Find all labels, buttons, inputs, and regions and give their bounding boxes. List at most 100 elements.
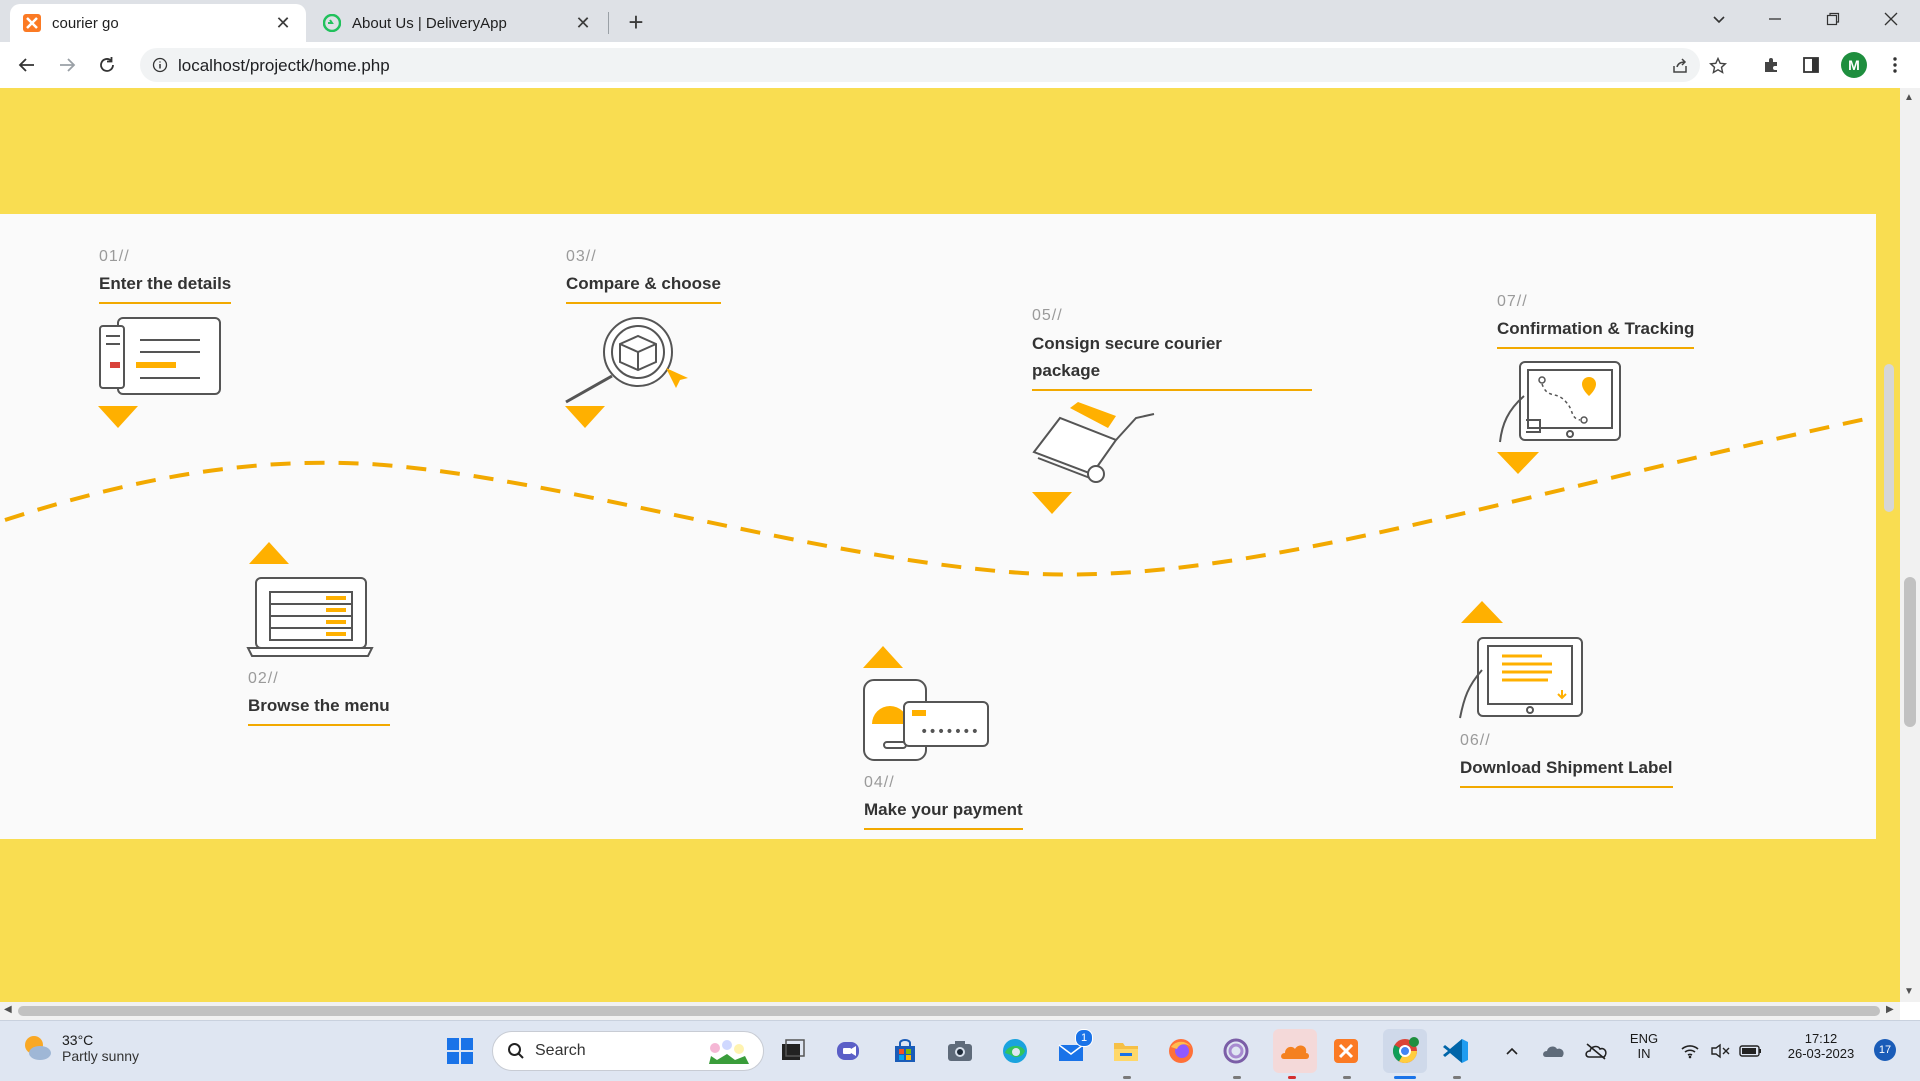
step-number: 02//	[248, 670, 279, 687]
wifi-icon[interactable]	[1678, 1033, 1702, 1069]
browser-tab-strip: courier go ✕ About Us | DeliveryApp ✕ +	[0, 0, 1920, 42]
url-text[interactable]: localhost/projectk/home.php	[178, 56, 390, 76]
task-view-icon[interactable]	[775, 1033, 811, 1069]
xampp-icon	[22, 13, 42, 33]
bookmark-star-icon[interactable]	[1708, 56, 1728, 76]
file-explorer-icon[interactable]	[1108, 1033, 1144, 1069]
step-title-line2: package	[1032, 361, 1101, 380]
step-title-line1: Consign secure courier	[1032, 334, 1222, 353]
onedrive-cloud-icon[interactable]	[1540, 1033, 1568, 1069]
phone-card-payment-icon: •••••••	[863, 679, 989, 761]
clock-date: 26-03-2023	[1787, 1046, 1855, 1061]
camera-icon[interactable]	[942, 1033, 978, 1069]
step-title: Download Shipment Label	[1460, 754, 1673, 788]
partly-sunny-icon	[25, 1036, 51, 1060]
tab-about-us[interactable]: About Us | DeliveryApp ✕	[310, 4, 606, 42]
browser-menu-icon[interactable]	[1880, 50, 1910, 80]
language-code: ENG	[1629, 1031, 1659, 1046]
cloudflare-icon[interactable]	[1273, 1029, 1317, 1073]
vscode-icon[interactable]	[1438, 1033, 1474, 1069]
profile-avatar[interactable]: M	[1841, 52, 1867, 78]
address-bar[interactable]: localhost/projectk/home.php	[140, 48, 1727, 82]
tab-divider	[608, 12, 609, 34]
down-arrow-marker	[565, 406, 605, 428]
active-indicator	[1394, 1076, 1416, 1079]
notification-badge[interactable]: 17	[1874, 1039, 1896, 1061]
down-arrow-marker	[1497, 452, 1539, 474]
laptop-menu-icon	[246, 577, 374, 657]
tablet-tracking-icon	[1499, 361, 1621, 443]
clock-time: 17:12	[1804, 1031, 1838, 1046]
show-hidden-icons-chevron-icon[interactable]	[1500, 1033, 1524, 1069]
mail-icon[interactable]: 1	[1053, 1029, 1093, 1069]
step-number: 01//	[99, 248, 130, 265]
reload-icon[interactable]	[92, 50, 122, 80]
teams-chat-icon[interactable]	[831, 1033, 867, 1069]
tab-courier-go[interactable]: courier go ✕	[10, 4, 306, 42]
clock[interactable]: 17:12 26-03-2023	[1776, 1031, 1866, 1061]
down-arrow-marker	[98, 406, 138, 428]
yellow-banner-bottom	[0, 839, 1900, 1002]
app-spiral-icon[interactable]	[1218, 1033, 1254, 1069]
close-window-icon[interactable]	[1868, 0, 1914, 38]
microsoft-store-icon[interactable]	[887, 1033, 923, 1069]
mail-badge: 1	[1075, 1029, 1093, 1047]
language-indicator[interactable]: ENG IN	[1624, 1031, 1664, 1061]
chrome-icon[interactable]	[1383, 1029, 1427, 1073]
tab-title: About Us | DeliveryApp	[352, 14, 507, 32]
step-number: 04//	[864, 774, 895, 791]
back-arrow-icon[interactable]	[12, 50, 42, 80]
step-number: 05//	[1032, 307, 1063, 324]
close-tab-icon[interactable]: ✕	[572, 12, 594, 34]
weather-widget[interactable]: 33°C Partly sunny	[20, 1031, 139, 1065]
running-indicator	[1123, 1076, 1131, 1079]
battery-charging-icon[interactable]	[1738, 1033, 1764, 1069]
horizontal-scroll-thumb[interactable]	[18, 1006, 1880, 1016]
cloud-sync-off-icon[interactable]	[1582, 1033, 1610, 1069]
search-highlight-flowers-icon	[709, 1040, 749, 1064]
windows-taskbar: 33°C Partly sunny Search 1 ENG IN 17:12 …	[0, 1020, 1920, 1081]
running-indicator	[1343, 1076, 1351, 1079]
weather-description: Partly sunny	[62, 1048, 140, 1064]
tab-title: courier go	[52, 14, 119, 32]
side-panel-icon[interactable]	[1796, 50, 1826, 80]
search-label: Search	[535, 1042, 586, 1059]
step-title: Confirmation & Tracking	[1497, 315, 1695, 349]
firefox-icon[interactable]	[1163, 1033, 1199, 1069]
volume-muted-icon[interactable]	[1708, 1033, 1732, 1069]
horizontal-scrollbar[interactable]: ◀ ▶	[0, 1002, 1900, 1020]
scroll-right-icon[interactable]: ▶	[1886, 1004, 1894, 1015]
magnifier-box-icon	[565, 317, 688, 404]
share-icon[interactable]	[1670, 56, 1690, 76]
step-title: Browse the menu	[248, 692, 390, 726]
xampp-taskbar-icon[interactable]	[1328, 1033, 1364, 1069]
forward-arrow-icon[interactable]	[52, 50, 82, 80]
restore-icon[interactable]	[1810, 0, 1856, 38]
scroll-up-icon[interactable]: ▲	[1904, 92, 1914, 103]
down-arrow-marker	[1032, 492, 1072, 514]
running-indicator	[1288, 1076, 1296, 1079]
vertical-scroll-thumb[interactable]	[1904, 577, 1916, 727]
taskbar-search-box[interactable]: Search	[492, 1031, 764, 1071]
tab-search-icon[interactable]	[1696, 0, 1742, 38]
page-viewport: 01// Enter the details 02// Browse the m…	[0, 88, 1900, 1002]
site-info-icon[interactable]	[150, 55, 170, 75]
running-indicator	[1233, 1076, 1241, 1079]
region-code: IN	[1637, 1046, 1651, 1061]
svg-text:•••••••: •••••••	[920, 724, 979, 740]
extensions-puzzle-icon[interactable]	[1756, 50, 1786, 80]
vertical-scrollbar[interactable]: ▲ ▼	[1900, 88, 1920, 1002]
scroll-left-icon[interactable]: ◀	[4, 1004, 12, 1015]
scroll-down-icon[interactable]: ▼	[1904, 986, 1914, 997]
browser-toolbar: localhost/projectk/home.php M	[0, 42, 1920, 89]
windows-start-icon[interactable]	[442, 1033, 478, 1069]
up-arrow-marker	[863, 646, 903, 668]
tablet-label-icon	[1459, 637, 1583, 719]
minimize-icon[interactable]	[1752, 0, 1798, 38]
new-tab-button[interactable]: +	[622, 7, 650, 37]
step-title: Compare & choose	[566, 270, 721, 304]
edge-browser-icon[interactable]	[997, 1033, 1033, 1069]
close-tab-icon[interactable]: ✕	[272, 12, 294, 34]
up-arrow-marker	[1461, 601, 1503, 623]
step-number: 06//	[1460, 732, 1491, 749]
